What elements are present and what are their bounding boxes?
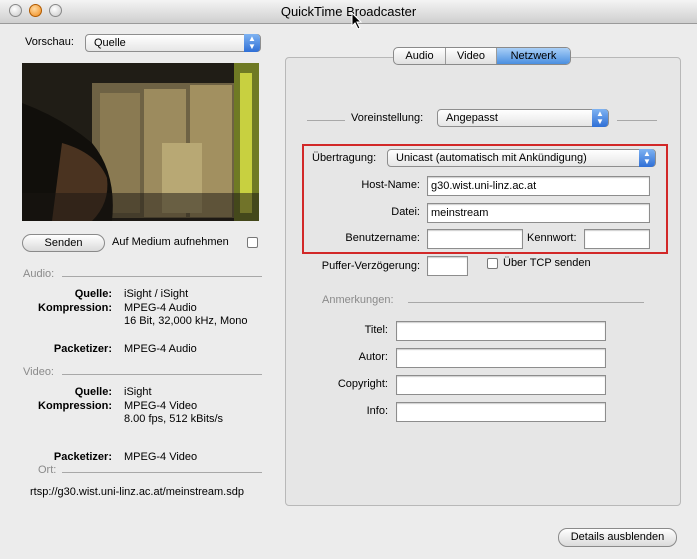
audio-packetizer-label: Packetizer: — [53, 343, 112, 355]
video-compression-detail: 8.00 fps, 512 kBits/s — [124, 413, 224, 425]
audio-compression-label: Kompression: — [38, 302, 112, 314]
send-button[interactable]: Senden — [22, 234, 105, 252]
tab-netzwerk[interactable]: Netzwerk — [497, 48, 570, 64]
video-source-label: Quelle: — [74, 386, 112, 398]
buffer-delay-field[interactable] — [427, 256, 468, 276]
audio-compression-detail: 16 Bit, 32,000 kHz, Mono — [124, 315, 248, 327]
info-field[interactable] — [396, 402, 606, 422]
audio-source-label: Quelle: — [74, 288, 112, 300]
title-label: Titel: — [364, 324, 388, 336]
preset-value: Angepasst — [446, 112, 498, 124]
audio-divider — [62, 276, 262, 277]
video-packetizer-label: Packetizer: — [53, 451, 112, 463]
hide-details-button[interactable]: Details ausblenden — [558, 528, 677, 547]
video-preview — [22, 63, 259, 221]
mouse-cursor-icon — [351, 12, 363, 30]
video-source-value: iSight — [124, 386, 152, 398]
preset-label: Voreinstellung: — [351, 112, 424, 124]
password-field[interactable] — [584, 229, 650, 249]
username-field[interactable] — [427, 229, 523, 249]
popup-arrows-icon: ▲ ▼ — [639, 149, 655, 167]
video-compression-value: MPEG-4 Video — [124, 400, 198, 412]
tcp-label: Über TCP senden — [503, 257, 591, 269]
author-label: Autor: — [358, 351, 388, 363]
annotations-header: Anmerkungen: — [322, 294, 394, 306]
file-field[interactable]: meinstream — [427, 203, 650, 223]
preview-label: Vorschau: — [25, 36, 74, 48]
record-to-disk-checkbox[interactable] — [247, 237, 258, 248]
video-packetizer-value: MPEG-4 Video — [124, 451, 198, 463]
copyright-label: Copyright: — [337, 378, 388, 390]
buffer-delay-label: Puffer-Verzögerung: — [321, 260, 420, 272]
location-divider — [62, 472, 262, 473]
tab-audio[interactable]: Audio — [394, 48, 446, 64]
location-section-header: Ort: — [38, 464, 57, 476]
video-section-header: Video: — [23, 366, 54, 378]
transmission-popup[interactable]: Unicast (automatisch mit Ankündigung) ▲ ▼ — [387, 149, 656, 167]
tab-video[interactable]: Video — [446, 48, 497, 64]
host-name-field[interactable]: g30.wist.uni-linz.ac.at — [427, 176, 650, 196]
settings-tabs: Audio Video Netzwerk — [393, 47, 571, 65]
video-divider — [62, 374, 262, 375]
username-label: Benutzername: — [345, 232, 420, 244]
info-label: Info: — [366, 405, 388, 417]
title-field[interactable] — [396, 321, 606, 341]
preset-divider-right — [617, 120, 657, 121]
preset-divider-left — [307, 120, 345, 121]
audio-source-value: iSight / iSight — [124, 288, 189, 300]
transmission-value: Unicast (automatisch mit Ankündigung) — [396, 152, 587, 164]
record-to-disk-label: Auf Medium aufnehmen — [112, 236, 229, 248]
tcp-checkbox[interactable] — [487, 258, 498, 269]
host-name-label: Host-Name: — [361, 179, 420, 191]
video-compression-label: Kompression: — [38, 400, 112, 412]
preview-source-value: Quelle — [94, 37, 126, 49]
file-label: Datei: — [391, 206, 420, 218]
password-label: Kennwort: — [527, 232, 577, 244]
audio-packetizer-value: MPEG-4 Audio — [124, 343, 197, 355]
copyright-field[interactable] — [396, 375, 606, 395]
stream-url: rtsp://g30.wist.uni-linz.ac.at/meinstrea… — [30, 486, 244, 498]
audio-compression-value: MPEG-4 Audio — [124, 302, 197, 314]
annotations-divider — [408, 302, 644, 303]
preset-popup[interactable]: Angepasst ▲ ▼ — [437, 109, 609, 127]
preview-source-popup[interactable]: Quelle ▲ ▼ — [85, 34, 261, 52]
audio-section-header: Audio: — [23, 268, 55, 280]
author-field[interactable] — [396, 348, 606, 368]
popup-arrows-icon: ▲ ▼ — [592, 109, 608, 127]
transmission-label: Übertragung: — [312, 152, 377, 164]
popup-arrows-icon: ▲ ▼ — [244, 34, 260, 52]
window-title: QuickTime Broadcaster — [280, 4, 417, 19]
